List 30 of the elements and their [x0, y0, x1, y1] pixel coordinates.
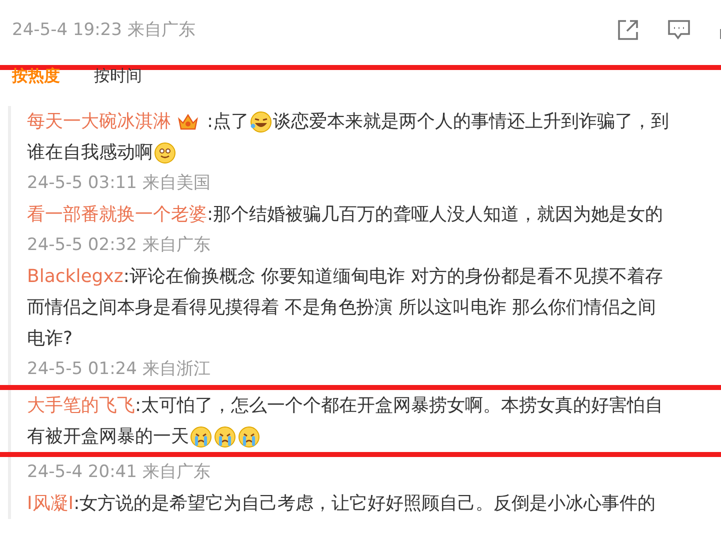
comment-text: 谁在自我感动啊 — [27, 141, 153, 165]
comment-username[interactable]: 大手笔的飞飞 — [27, 390, 135, 421]
comment-username[interactable]: 看一部番就换一个老婆 — [27, 199, 207, 230]
smiling-emoji-icon — [154, 142, 176, 164]
comment-time: 24-5-4 20:41 来自广东 — [27, 461, 212, 484]
comment-text: 而情侣之间本身是看得见摸得着 不是角色扮演 所以这叫电诈 那么你们情侣之间 — [27, 296, 656, 320]
comment-username[interactable]: Blacklegxz — [27, 261, 124, 292]
comment-text: :太可怕了，怎么一个个都在开盒网暴捞女啊。本捞女真的好害怕自 — [135, 394, 664, 418]
crying-emoji-icon — [214, 426, 236, 448]
comment-time: 24-5-5 03:11 来自美国 — [27, 172, 212, 195]
crying-emoji-icon — [190, 426, 212, 448]
comment-time: 24-5-5 01:24 来自浙江 — [27, 358, 212, 381]
comment-username[interactable]: 每天一大碗冰淇淋 — [27, 106, 171, 137]
crown-badge-icon — [177, 112, 199, 132]
comment-text: :女方说的是希望它为自己考虑，让它好好照顾自己。反倒是小冰心事件的 — [74, 492, 656, 516]
comment-text: 谈恋爱本来就是两个人的事情还上升到诈骗了，到 — [273, 110, 670, 134]
comment-text: 电诈? — [27, 327, 73, 351]
comment-icon[interactable] — [667, 19, 691, 41]
post-time: 24-5-4 19:23 来自广东 — [12, 19, 196, 41]
comment-text: 有被开盒网暴的一天 — [27, 425, 189, 449]
comment-username[interactable]: I风凝I — [27, 488, 74, 519]
comment-text: :那个结婚被骗几百万的聋哑人没人知道，就因为她是女的 — [207, 203, 664, 227]
sort-tab[interactable]: 按热度 — [12, 66, 60, 87]
crying-emoji-icon — [238, 426, 260, 448]
sort-tab[interactable]: 按时间 — [94, 66, 142, 87]
laughing-emoji-icon — [250, 110, 272, 132]
comment-text: :评论在偷换概念 你要知道缅甸电诈 对方的身份都是看不见摸不着存 — [123, 265, 663, 289]
comment-text: :点了 — [207, 110, 250, 134]
comment-time: 24-5-5 02:32 来自广东 — [27, 234, 212, 257]
share-icon[interactable] — [617, 19, 639, 41]
